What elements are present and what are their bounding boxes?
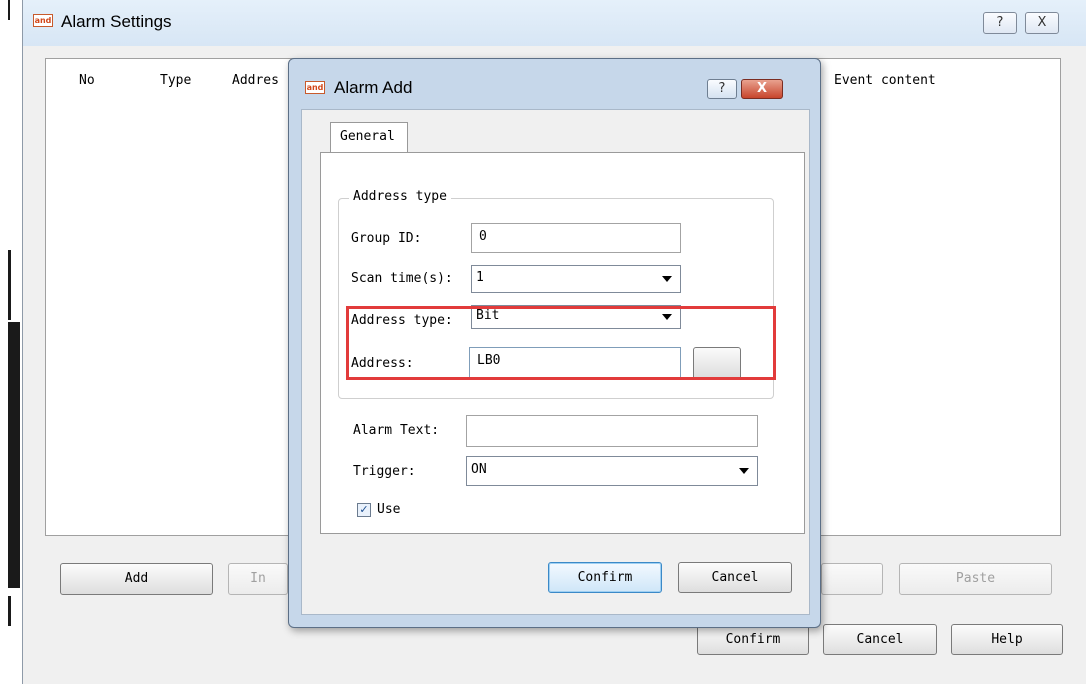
help-icon[interactable]: ?	[983, 12, 1017, 34]
hidden-button[interactable]	[821, 563, 883, 595]
column-header-event-content[interactable]: Event content	[834, 73, 936, 88]
scan-time-select[interactable]: 1	[471, 265, 681, 293]
chevron-down-icon	[662, 276, 672, 282]
help-button[interactable]: Help	[951, 624, 1063, 655]
paste-button[interactable]: Paste	[899, 563, 1052, 595]
edge-marker	[8, 322, 20, 588]
column-header-no[interactable]: No	[79, 73, 95, 88]
cancel-button[interactable]: Cancel	[823, 624, 937, 655]
close-icon[interactable]: X	[1025, 12, 1059, 34]
main-title-bar[interactable]: and Alarm Settings ? X	[23, 0, 1086, 46]
app-logo-icon: and	[33, 14, 53, 27]
confirm-button[interactable]: Confirm	[697, 624, 809, 655]
trigger-value: ON	[471, 462, 487, 477]
edge-marker	[8, 596, 11, 626]
tab-general[interactable]: General	[330, 122, 408, 154]
alarm-text-input[interactable]	[466, 415, 758, 447]
dialog-confirm-button[interactable]: Confirm	[548, 562, 662, 593]
insert-button[interactable]: In	[228, 563, 288, 595]
scan-time-value: 1	[476, 270, 484, 285]
dialog-logo-icon: and	[305, 81, 325, 94]
column-header-address[interactable]: Addres	[232, 73, 279, 88]
dialog-title: Alarm Add	[334, 78, 413, 97]
chevron-down-icon	[739, 468, 749, 474]
group-id-label: Group ID:	[351, 231, 422, 246]
edge-marker	[8, 250, 11, 320]
alarm-text-label: Alarm Text:	[353, 423, 440, 438]
desktop-edge	[0, 0, 22, 684]
edge-marker	[8, 0, 10, 20]
add-button[interactable]: Add	[60, 563, 213, 595]
use-checkbox[interactable]: ✓	[357, 503, 371, 517]
group-title: Address type	[349, 189, 451, 204]
use-label: Use	[377, 502, 401, 517]
column-header-type[interactable]: Type	[160, 73, 191, 88]
dialog-cancel-button[interactable]: Cancel	[678, 562, 792, 593]
dialog-close-icon[interactable]: X	[741, 79, 783, 99]
trigger-label: Trigger:	[353, 464, 416, 479]
address-highlight-box	[346, 306, 776, 380]
scan-time-label: Scan time(s):	[351, 271, 453, 286]
dialog-help-icon[interactable]: ?	[707, 79, 737, 99]
trigger-select[interactable]: ON	[466, 456, 758, 486]
window-title: Alarm Settings	[61, 12, 172, 31]
group-id-input[interactable]: 0	[471, 223, 681, 253]
